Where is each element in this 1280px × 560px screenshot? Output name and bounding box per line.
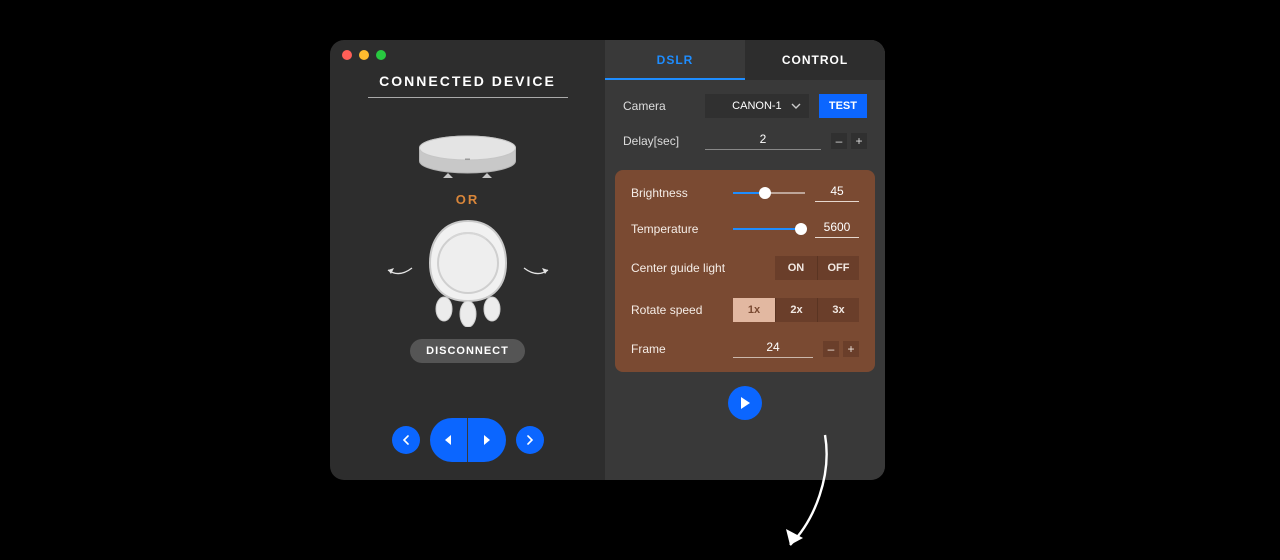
- frame-stepper: – +: [823, 341, 859, 357]
- tab-control[interactable]: CONTROL: [745, 40, 885, 80]
- speed-2x-button[interactable]: 2x: [775, 298, 817, 322]
- settings-panel: DSLR CONTROL Camera CANON-1 TEST Delay[s…: [605, 40, 885, 480]
- or-label: OR: [456, 192, 480, 207]
- prev-button[interactable]: [392, 426, 420, 454]
- speed-1x-button[interactable]: 1x: [733, 298, 775, 322]
- delay-label: Delay[sec]: [623, 134, 695, 148]
- temperature-value[interactable]: 5600: [815, 220, 859, 238]
- lightbox-device-icon: [420, 217, 516, 327]
- speed-3x-button[interactable]: 3x: [817, 298, 859, 322]
- start-capture-button[interactable]: [728, 386, 762, 420]
- camera-test-button[interactable]: TEST: [819, 94, 867, 118]
- temperature-slider[interactable]: [733, 222, 805, 236]
- temperature-label: Temperature: [631, 222, 723, 236]
- brightness-label: Brightness: [631, 186, 723, 200]
- center-guide-toggle: ON OFF: [775, 256, 859, 280]
- dslr-form: Camera CANON-1 TEST Delay[sec] 2 – +: [605, 80, 885, 162]
- play-pill: [430, 418, 506, 462]
- center-guide-off-button[interactable]: OFF: [817, 256, 859, 280]
- camera-row: Camera CANON-1 TEST: [623, 94, 867, 118]
- camera-select[interactable]: CANON-1: [705, 94, 809, 118]
- next-button[interactable]: [516, 426, 544, 454]
- brightness-row: Brightness 45: [631, 184, 859, 202]
- rotate-speed-row: Rotate speed 1x 2x 3x: [631, 298, 859, 322]
- frame-decrement-button[interactable]: –: [823, 341, 839, 357]
- lighting-panel: Brightness 45 Temperature 5600 Cente: [615, 170, 875, 372]
- delay-decrement-button[interactable]: –: [831, 133, 847, 149]
- delay-row: Delay[sec] 2 – +: [623, 132, 867, 150]
- temperature-row: Temperature 5600: [631, 220, 859, 238]
- panel-title: CONNECTED DEVICE: [379, 73, 556, 89]
- lightbox-device-group: [384, 217, 552, 327]
- delay-increment-button[interactable]: +: [851, 133, 867, 149]
- center-guide-on-button[interactable]: ON: [775, 256, 817, 280]
- frame-increment-button[interactable]: +: [843, 341, 859, 357]
- rotate-speed-segmented: 1x 2x 3x: [733, 298, 859, 322]
- connected-device-panel: CONNECTED DEVICE OR: [330, 40, 605, 480]
- zoom-window-button[interactable]: [376, 50, 386, 60]
- play-forward-button[interactable]: [468, 418, 506, 462]
- close-window-button[interactable]: [342, 50, 352, 60]
- center-guide-row: Center guide light ON OFF: [631, 256, 859, 280]
- center-guide-label: Center guide light: [631, 261, 765, 275]
- rotate-right-arrow-icon: [522, 260, 552, 284]
- disconnect-button[interactable]: DISCONNECT: [410, 339, 525, 363]
- app-window: CONNECTED DEVICE OR: [330, 40, 885, 480]
- frame-value[interactable]: 24: [733, 340, 813, 358]
- transport-controls: [392, 398, 544, 462]
- chevron-down-icon: [791, 103, 801, 109]
- play-reverse-button[interactable]: [430, 418, 468, 462]
- delay-stepper: – +: [831, 133, 867, 149]
- brightness-value[interactable]: 45: [815, 184, 859, 202]
- delay-value[interactable]: 2: [705, 132, 821, 150]
- camera-label: Camera: [623, 99, 695, 113]
- title-underline: [368, 97, 568, 98]
- minimize-window-button[interactable]: [359, 50, 369, 60]
- brightness-slider[interactable]: [733, 186, 805, 200]
- rotate-left-arrow-icon: [384, 260, 414, 284]
- window-traffic-lights: [342, 50, 386, 60]
- frame-row: Frame 24 – +: [631, 340, 859, 358]
- frame-label: Frame: [631, 342, 723, 356]
- camera-select-value: CANON-1: [732, 100, 782, 112]
- rotate-speed-label: Rotate speed: [631, 303, 723, 317]
- tab-dslr[interactable]: DSLR: [605, 40, 745, 80]
- turntable-device-icon: [410, 128, 525, 180]
- tab-bar: DSLR CONTROL: [605, 40, 885, 80]
